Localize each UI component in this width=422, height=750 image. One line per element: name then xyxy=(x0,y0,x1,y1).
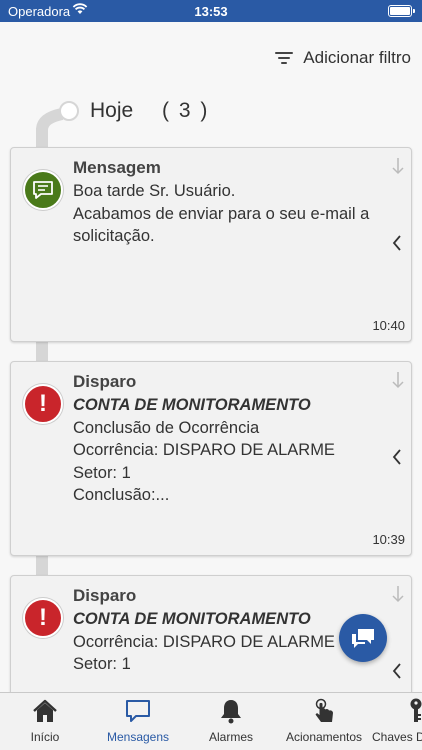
tab-chaves[interactable]: Chaves D xyxy=(372,693,422,750)
message-line: Acabamos de enviar para o seu e-mail a s… xyxy=(73,204,370,246)
alarm-time: 10:39 xyxy=(372,532,405,547)
key-icon xyxy=(410,698,422,722)
tab-label: Acionamentos xyxy=(285,730,363,744)
tab-acionamentos[interactable]: Acionamentos xyxy=(282,693,366,750)
message-title: Mensagem xyxy=(73,158,161,177)
status-bar: Operadora 13:53 xyxy=(0,0,422,22)
status-time: 13:53 xyxy=(194,4,228,19)
tab-label: Início xyxy=(30,730,60,744)
tab-alarmes[interactable]: Alarmes xyxy=(189,693,273,750)
alarm-line: Conclusão:... xyxy=(73,486,170,504)
exclamation-icon: ! xyxy=(23,598,63,638)
arrow-down-icon[interactable] xyxy=(391,371,405,389)
alarm-body: CONTA DE MONITORAMENTO Ocorrência: DISPA… xyxy=(73,608,371,676)
tab-inicio[interactable]: Início xyxy=(3,693,87,750)
alarm-title: Disparo xyxy=(73,372,137,391)
alarm-account: CONTA DE MONITORAMENTO xyxy=(73,396,311,414)
chat-icon xyxy=(126,700,150,722)
battery-icon xyxy=(388,5,415,17)
tab-label: Chaves D xyxy=(372,730,422,744)
alarm-line: Ocorrência: DISPARO DE ALARME xyxy=(73,632,335,651)
filter-icon xyxy=(275,51,294,65)
chat-bubble-icon xyxy=(23,170,63,210)
chat-icon xyxy=(352,629,374,648)
add-filter-button[interactable]: Adicionar filtro xyxy=(275,47,411,69)
alarm-account: CONTA DE MONITORAMENTO xyxy=(73,610,311,628)
add-filter-label: Adicionar filtro xyxy=(303,48,411,67)
home-icon xyxy=(33,699,57,722)
chat-fab-button[interactable] xyxy=(339,614,387,662)
tab-label: Alarmes xyxy=(208,730,253,744)
arrow-down-icon[interactable] xyxy=(391,585,405,603)
alarm-line: Setor: 1 xyxy=(73,463,131,482)
chevron-left-icon[interactable] xyxy=(391,448,403,466)
alarm-line: Ocorrência: DISPARO DE ALARME xyxy=(73,441,335,459)
bell-icon xyxy=(221,700,241,724)
chevron-left-icon[interactable] xyxy=(391,234,403,252)
alarm-title: Disparo xyxy=(73,586,137,605)
alarm-card[interactable]: ! Disparo CONTA DE MONITORAMENTO Conclus… xyxy=(10,361,412,556)
tab-label: Mensagens xyxy=(106,730,170,744)
exclamation-icon: ! xyxy=(23,384,63,424)
alarm-line: Setor: 1 xyxy=(73,655,131,673)
timeline-day-dot xyxy=(59,101,79,121)
day-label: Hoje xyxy=(90,99,134,122)
chevron-left-icon[interactable] xyxy=(391,662,403,680)
tab-bar: Início Mensagens Alarmes Acionamentos Ch… xyxy=(0,692,422,750)
alarm-body: CONTA DE MONITORAMENTO Conclusão de Ocor… xyxy=(73,394,371,507)
arrow-down-icon[interactable] xyxy=(391,157,405,175)
message-card[interactable]: Mensagem Boa tarde Sr. Usuário. Acabamos… xyxy=(10,147,412,342)
message-line: Boa tarde Sr. Usuário. xyxy=(73,182,236,200)
tab-mensagens[interactable]: Mensagens xyxy=(96,693,180,750)
tap-icon xyxy=(315,698,333,722)
alarm-line: Conclusão de Ocorrência xyxy=(73,418,260,437)
message-time: 10:40 xyxy=(372,318,405,333)
message-body: Boa tarde Sr. Usuário. Acabamos de envia… xyxy=(73,180,371,248)
day-count: ( 3 ) xyxy=(162,99,210,122)
